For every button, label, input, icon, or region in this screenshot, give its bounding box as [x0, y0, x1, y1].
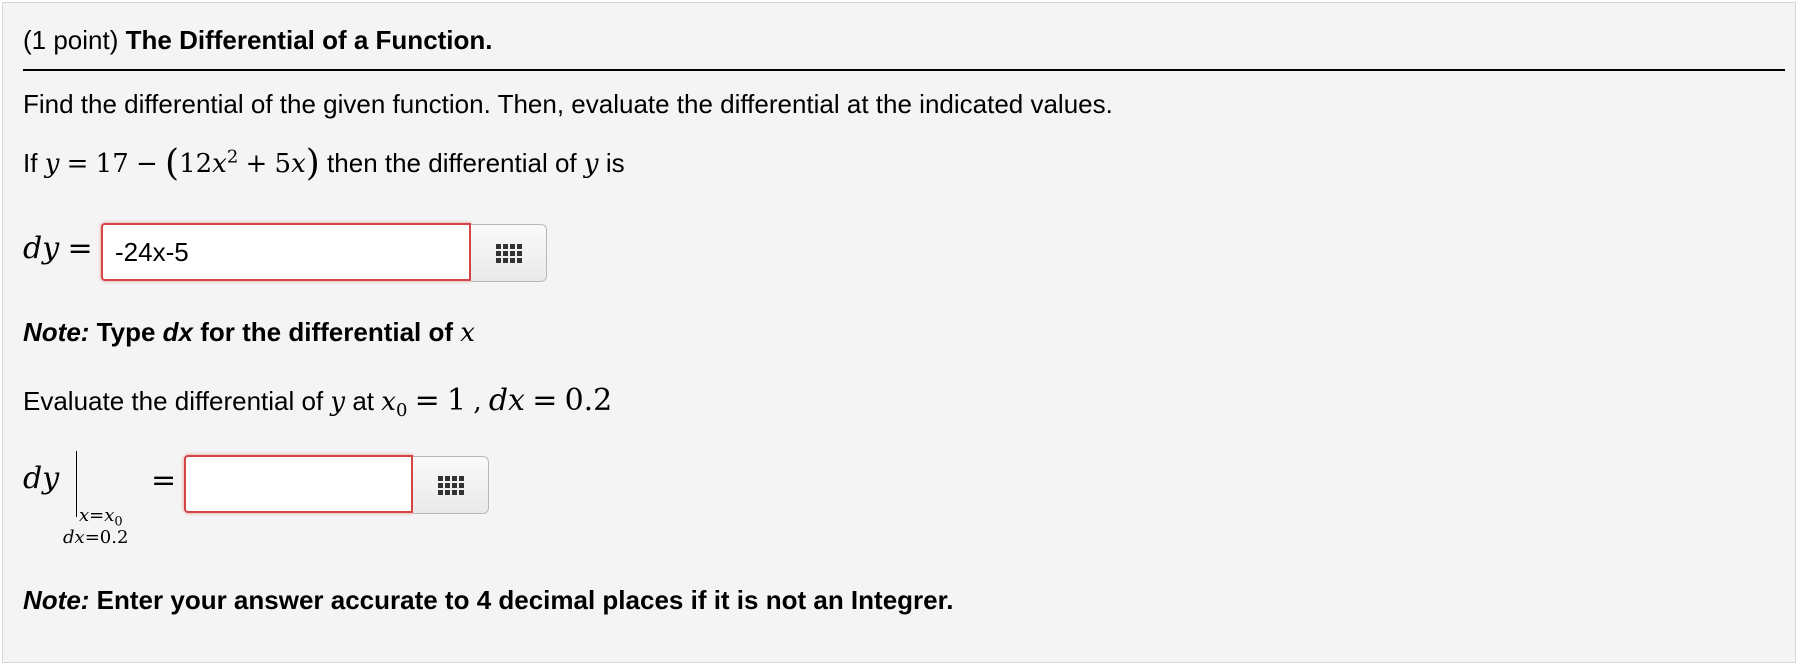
instructions-text: Find the differential of the given funct… [23, 89, 1113, 119]
problem-heading: (1 point) The Differential of a Function… [23, 25, 493, 56]
equation-editor-button-1[interactable] [471, 224, 547, 282]
dy-eval-label: dy [23, 461, 60, 496]
equation-editor-button-2[interactable] [413, 456, 489, 514]
eval-condition-dx: dx=0.2 [63, 527, 129, 548]
evaluated-differential-input[interactable] [184, 455, 413, 513]
keyboard-grid-icon [437, 475, 464, 495]
heading-divider [23, 69, 1785, 71]
differential-answer-input[interactable] [101, 223, 471, 281]
points-label: (1 point) [23, 25, 119, 55]
evaluation-bar [76, 451, 77, 517]
problem-panel: (1 point) The Differential of a Function… [2, 2, 1796, 663]
note-dx: Note: Type dx for the differential of x [23, 317, 475, 348]
dy-label: dy = [23, 231, 93, 266]
dy-eval-equals: = [151, 463, 177, 498]
note-precision: Note: Enter your answer accurate to 4 de… [23, 585, 954, 615]
problem-title: The Differential of a Function. [125, 25, 493, 55]
evaluate-statement: Evaluate the differential of y at x0 = 1… [23, 383, 613, 422]
eval-condition-x: x=x0 [79, 505, 123, 530]
function-statement: If y = 17 − (12x2 + 5x) then the differe… [23, 143, 625, 184]
keyboard-grid-icon [495, 243, 522, 263]
